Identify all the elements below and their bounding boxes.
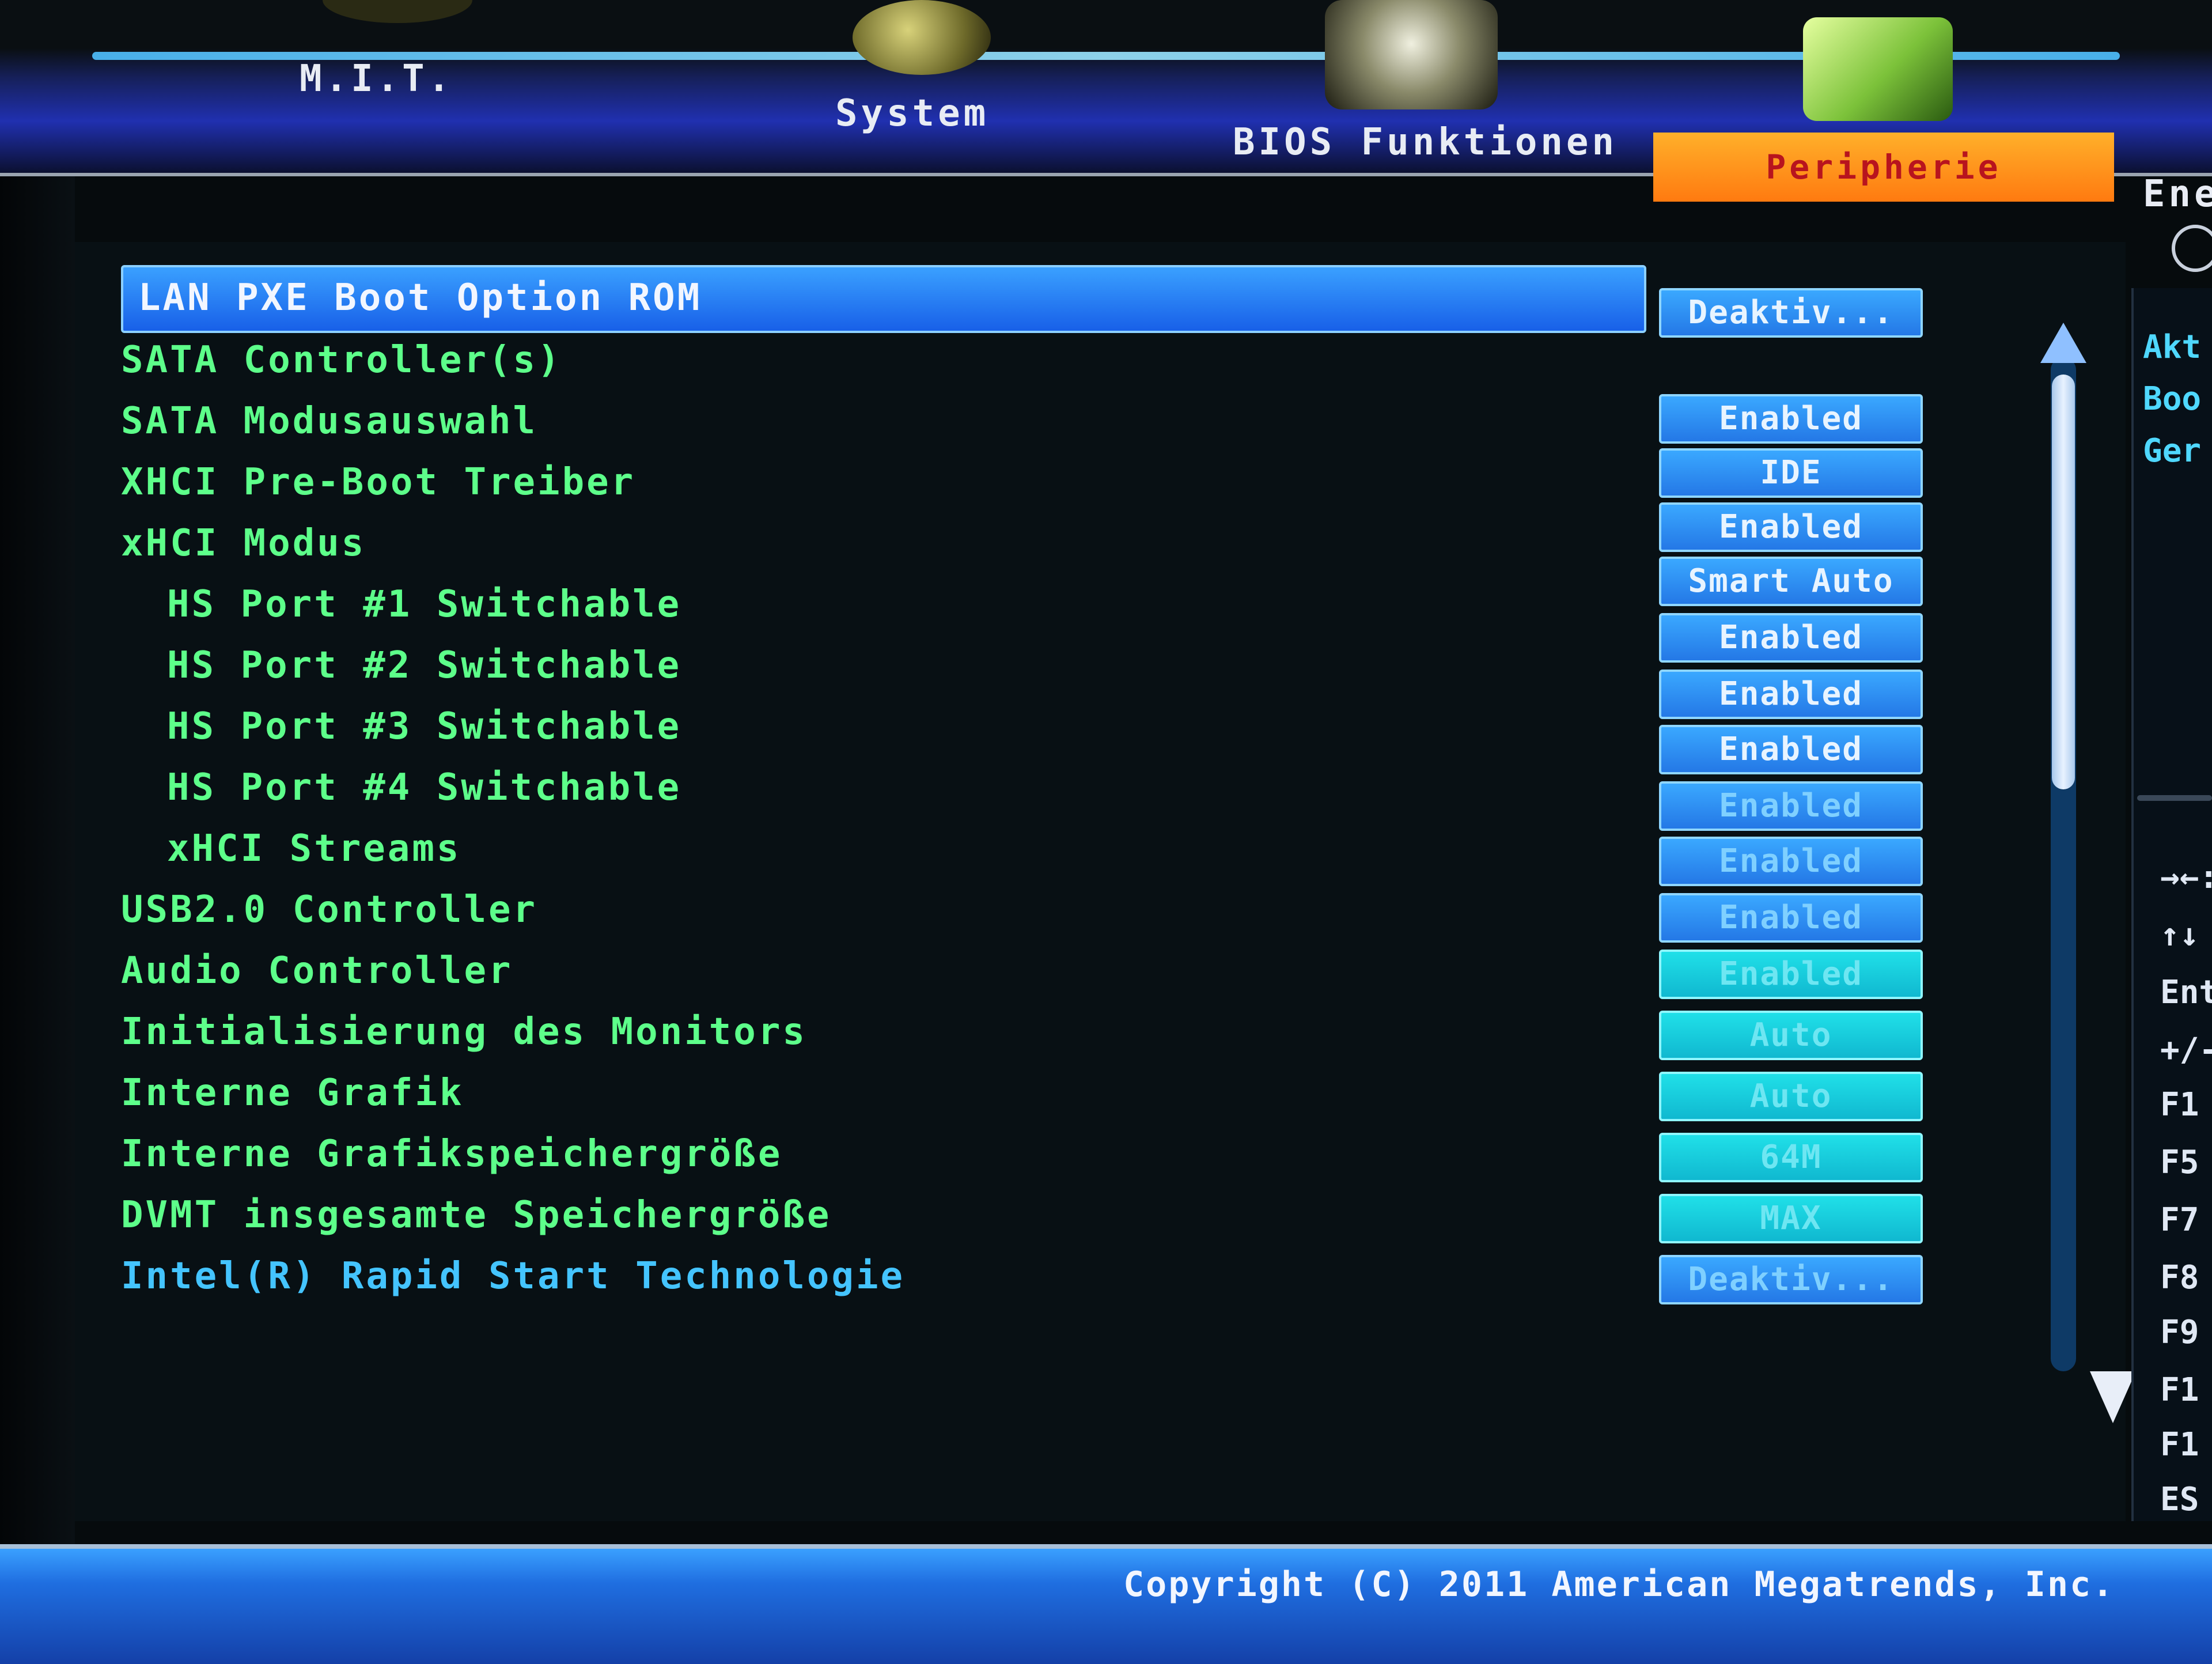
key-hint: ES — [2160, 1481, 2199, 1518]
setting-row-grafikspeicher[interactable]: Interne Grafikspeichergröße 64M — [75, 1133, 2051, 1188]
setting-label: HS Port #2 Switchable — [167, 644, 682, 687]
top-tab-bar: M.I.T. System BIOS Funktionen Peripherie — [0, 0, 2212, 202]
setting-value[interactable]: Auto — [1659, 1011, 1923, 1060]
copyright-text: Copyright (C) 2011 American Megatrends, … — [1123, 1564, 2115, 1605]
setting-label: USB2.0 Controller — [121, 888, 538, 931]
mouse-cursor-icon — [2090, 1371, 2136, 1423]
setting-label: Audio Controller — [121, 950, 513, 992]
setting-label: HS Port #4 Switchable — [167, 766, 682, 809]
energy-cube-icon — [2172, 225, 2212, 272]
key-hint: F1 — [2160, 1426, 2199, 1463]
help-text-line: Ger — [2143, 432, 2202, 470]
setting-row-hs-port-4[interactable]: HS Port #4 Switchable Enabled — [75, 766, 2051, 831]
key-hint: F1 — [2160, 1086, 2199, 1124]
tab-energie[interactable]: Ene — [2143, 173, 2212, 215]
setting-label: xHCI Streams — [167, 827, 461, 870]
setting-row-sata-modus[interactable]: SATA Modusauswahl IDE — [75, 400, 2051, 498]
key-hint: +/- — [2160, 1031, 2212, 1069]
setting-value[interactable]: 64M — [1659, 1133, 1923, 1182]
setting-value[interactable]: Deaktiv... — [1659, 1255, 1923, 1304]
setting-label: HS Port #1 Switchable — [167, 583, 682, 626]
setting-value[interactable]: Enabled — [1659, 781, 1923, 831]
setting-label: LAN PXE Boot Option ROM — [138, 277, 702, 319]
setting-row-usb2-controller[interactable]: USB2.0 Controller Enabled — [75, 888, 2051, 944]
setting-label: Initialisierung des Monitors — [121, 1011, 807, 1053]
key-hint: F7 — [2160, 1201, 2199, 1239]
help-text-line: Boo — [2143, 380, 2202, 418]
setting-row-rapid-start[interactable]: Intel(R) Rapid Start Technologie Deaktiv… — [75, 1255, 2051, 1310]
setting-row-interne-grafik[interactable]: Interne Grafik Auto — [75, 1072, 2051, 1127]
setting-label: Interne Grafikspeichergröße — [121, 1133, 783, 1175]
setting-value[interactable]: Enabled — [1659, 893, 1923, 943]
key-hint: F1 — [2160, 1371, 2199, 1409]
tab-mit[interactable]: M.I.T. — [300, 58, 453, 100]
setting-value[interactable]: Auto — [1659, 1072, 1923, 1121]
setting-label: xHCI Modus — [121, 522, 366, 565]
setting-row-xhci-streams[interactable]: xHCI Streams Enabled — [75, 827, 2051, 886]
setting-label: Intel(R) Rapid Start Technologie — [121, 1255, 905, 1298]
setting-label: SATA Modusauswahl — [121, 400, 538, 443]
key-hint: F8 — [2160, 1259, 2199, 1296]
setting-row-lan-pxe[interactable]: LAN PXE Boot Option ROM Deaktiv... — [75, 265, 2051, 338]
setting-label: XHCI Pre-Boot Treiber — [121, 461, 636, 504]
setting-label: DVMT insgesamte Speichergröße — [121, 1194, 832, 1236]
setting-row-hs-port-1[interactable]: HS Port #1 Switchable Enabled — [75, 583, 2051, 663]
key-hint: →←: — [2160, 859, 2212, 896]
setting-row-xhci-preboot[interactable]: XHCI Pre-Boot Treiber Enabled — [75, 461, 2051, 552]
setting-label: HS Port #3 Switchable — [167, 705, 682, 748]
setting-row-dvmt[interactable]: DVMT insgesamte Speichergröße MAX — [75, 1194, 2051, 1249]
setting-row-hs-port-2[interactable]: HS Port #2 Switchable Enabled — [75, 644, 2051, 719]
setting-value[interactable]: Enabled — [1659, 837, 1923, 886]
setting-row-xhci-modus[interactable]: xHCI Modus Smart Auto — [75, 522, 2051, 606]
setting-value[interactable]: Enabled — [1659, 950, 1923, 999]
setting-row-sata-controller[interactable]: SATA Controller(s) Enabled — [75, 339, 2051, 444]
help-text-line: Akt — [2143, 328, 2202, 366]
key-hint: F9 — [2160, 1314, 2199, 1351]
bios-chip-icon — [1325, 0, 1498, 109]
setting-value[interactable]: Deaktiv... — [1659, 288, 1923, 338]
tab-system[interactable]: System — [835, 92, 989, 135]
settings-panel: LAN PXE Boot Option ROM Deaktiv... SATA … — [75, 242, 2126, 1521]
monitor-bezel — [0, 0, 75, 1659]
help-divider — [2137, 795, 2212, 801]
key-hint: F5 — [2160, 1144, 2199, 1181]
key-hint: Ent — [2160, 974, 2212, 1011]
peripherals-icon — [1803, 17, 1953, 121]
setting-value[interactable]: MAX — [1659, 1194, 1923, 1243]
system-gear-icon — [853, 0, 991, 75]
scrollbar-thumb[interactable] — [2052, 375, 2075, 789]
setting-row-monitor-init[interactable]: Initialisierung des Monitors Auto — [75, 1011, 2051, 1066]
key-hint: ↑↓ — [2160, 916, 2199, 954]
setting-label: SATA Controller(s) — [121, 339, 562, 381]
tab-bios-funktionen[interactable]: BIOS Funktionen — [1233, 121, 1618, 164]
setting-row-audio-controller[interactable]: Audio Controller Enabled — [75, 950, 2051, 1005]
setting-row-hs-port-3[interactable]: HS Port #3 Switchable Enabled — [75, 705, 2051, 774]
mit-icon — [323, 0, 472, 23]
setting-label: Interne Grafik — [121, 1072, 464, 1114]
tab-peripherie[interactable]: Peripherie — [1653, 133, 2114, 202]
scroll-up-arrow-icon[interactable] — [2040, 323, 2086, 363]
